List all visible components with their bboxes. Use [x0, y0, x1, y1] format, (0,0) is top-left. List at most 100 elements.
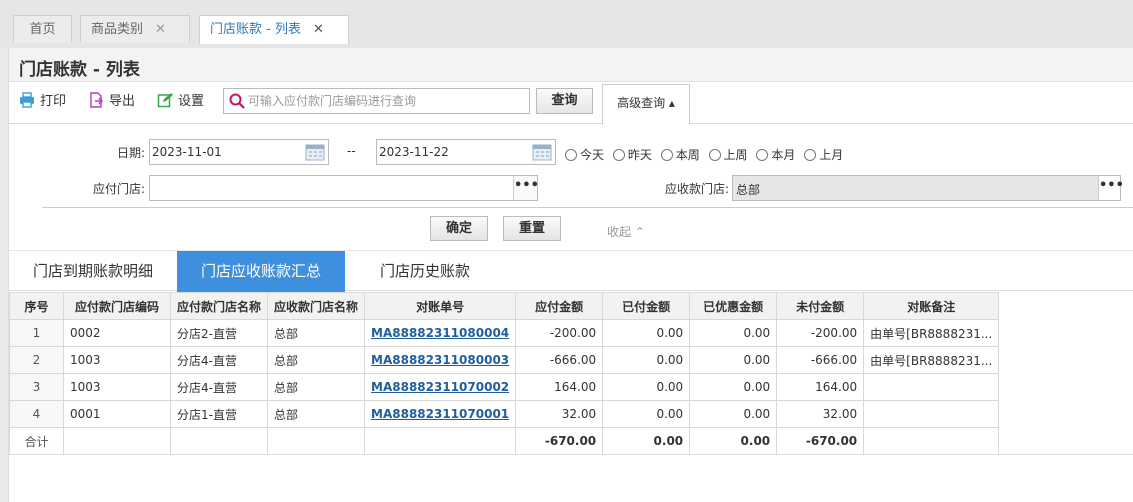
date-to-field[interactable]: 2023-11-22: [376, 139, 556, 165]
cell-recv-store-name: 总部: [267, 346, 366, 374]
tab-history[interactable]: 门店历史账款: [345, 251, 505, 292]
calendar-icon[interactable]: [305, 143, 325, 161]
cell-pay-store-name: 分店4-直营: [169, 346, 269, 374]
cell-statement-no: MA88882311070002: [364, 373, 517, 401]
col-header[interactable]: 已付金额: [602, 292, 691, 320]
cell-total-unpaid: -670.00: [776, 427, 865, 455]
print-button[interactable]: 打印: [19, 92, 66, 112]
radio-label: 本月: [771, 148, 796, 162]
tab-label: 门店账款 - 列表: [210, 22, 301, 37]
cell-payable: -666.00: [515, 346, 604, 374]
cell-statement-no: MA88882311080003: [364, 346, 517, 374]
quick-range-radios: 今天 昨天 本周 上周 本月 上月: [565, 146, 848, 163]
radio-circle: [565, 149, 577, 161]
col-header[interactable]: 应付金额: [515, 292, 604, 320]
cell-discount: 0.00: [689, 373, 778, 401]
radio-circle: [756, 149, 769, 161]
grid-bottom-line: [9, 454, 1133, 455]
cell-paid: 0.00: [602, 400, 691, 428]
tab-home-label: 首页: [29, 22, 56, 37]
statement-link[interactable]: MA88882311080003: [371, 353, 509, 367]
statement-link[interactable]: MA88882311080004: [371, 326, 509, 340]
tab-store-accounts[interactable]: 门店账款 - 列表 ✕: [199, 15, 349, 44]
print-label: 打印: [40, 94, 67, 109]
search-input[interactable]: [248, 92, 523, 110]
cell-statement-no: MA88882311070001: [364, 400, 517, 428]
settings-button[interactable]: 设置: [157, 92, 204, 112]
table-row[interactable]: 4 0001 分店1-直营 总部 MA88882311070001 32.00 …: [9, 400, 1000, 428]
page-header: 门店账款 - 列表: [9, 48, 1133, 82]
cell-payable: 164.00: [515, 373, 604, 401]
radio-last-week[interactable]: 上周: [708, 146, 748, 163]
col-header[interactable]: 应付款门店编码: [63, 292, 171, 320]
recv-store-value: 总部: [736, 183, 761, 197]
radio-label: 上周: [723, 148, 748, 162]
tab-home[interactable]: 首页: [13, 15, 72, 43]
cell-unpaid: -666.00: [776, 346, 865, 374]
collapse-link[interactable]: 收起 ⌃: [607, 223, 645, 240]
tab-label: 商品类别: [91, 22, 144, 37]
summary-table: 序号 应付款门店编码 应付款门店名称 应收款门店名称 对账单号 应付金额 已付金…: [9, 292, 1000, 455]
cell-pay-store-code: 1003: [63, 346, 171, 374]
radio-label: 昨天: [627, 148, 652, 162]
radio-circle: [612, 149, 625, 161]
cell-payable: 32.00: [515, 400, 604, 428]
advanced-query-toggle[interactable]: 高级查询 ▴: [602, 84, 690, 125]
statement-link[interactable]: MA88882311070002: [371, 380, 509, 394]
radio-today[interactable]: 今天: [565, 146, 604, 163]
cell-empty: [169, 427, 269, 455]
radio-this-month[interactable]: 本月: [756, 146, 795, 163]
cell-seq: 1: [9, 319, 64, 347]
printer-icon: [20, 92, 34, 108]
cell-statement-no: MA88882311080004: [364, 319, 517, 347]
cell-discount: 0.00: [689, 400, 778, 428]
radio-yesterday[interactable]: 昨天: [612, 146, 652, 163]
col-header[interactable]: 对账备注: [863, 292, 1000, 320]
cell-pay-store-name: 分店1-直营: [169, 400, 269, 428]
radio-circle: [804, 149, 817, 161]
cell-empty: [267, 427, 366, 455]
col-header[interactable]: 应收款门店名称: [267, 292, 366, 320]
radio-circle: [660, 149, 673, 161]
cell-pay-store-code: 1003: [63, 373, 171, 401]
table-row[interactable]: 3 1003 分店4-直营 总部 MA88882311070002 164.00…: [9, 373, 1000, 401]
recv-store-field[interactable]: 总部 •••: [732, 175, 1124, 201]
cell-remark: 由单号[BR8888231...: [863, 319, 1000, 347]
cell-discount: 0.00: [689, 319, 778, 347]
pay-store-field[interactable]: •••: [149, 175, 539, 201]
query-button[interactable]: 查询: [536, 88, 593, 114]
filter-panel: 日期: 2023-11-01 -- 2023-11-22 今天 昨天 本周 上周…: [9, 125, 1133, 250]
close-icon[interactable]: ✕: [155, 22, 166, 37]
col-header[interactable]: 已优惠金额: [689, 292, 778, 320]
col-header[interactable]: 对账单号: [364, 292, 517, 320]
cell-pay-store-name: 分店2-直营: [169, 319, 269, 347]
table-row[interactable]: 2 1003 分店4-直营 总部 MA88882311080003 -666.0…: [9, 346, 1000, 374]
pay-store-label: 应付门店:: [92, 182, 145, 196]
col-header[interactable]: 未付金额: [776, 292, 865, 320]
pay-store-picker-button[interactable]: •••: [513, 176, 539, 200]
close-icon[interactable]: ✕: [313, 22, 324, 37]
date-from-field[interactable]: 2023-11-01: [149, 139, 329, 165]
reset-button[interactable]: 重置: [503, 216, 561, 241]
tab-receivable-summary[interactable]: 门店应收账款汇总: [177, 251, 345, 292]
confirm-button[interactable]: 确定: [430, 216, 488, 241]
edit-icon: [157, 93, 173, 108]
cell-paid: 0.00: [602, 346, 691, 374]
export-button[interactable]: 导出: [88, 92, 135, 112]
statement-link[interactable]: MA88882311070001: [371, 407, 509, 421]
tab-product-category[interactable]: 商品类别 ✕: [80, 15, 190, 43]
toolbar: 打印 导出 设置 查询 高级查询 ▴: [9, 82, 1133, 125]
cell-remark: [863, 400, 1000, 428]
tab-due-details[interactable]: 门店到期账款明细: [9, 251, 177, 292]
cell-total-paid: 0.00: [602, 427, 691, 455]
radio-last-month[interactable]: 上月: [804, 146, 843, 163]
col-header[interactable]: 序号: [9, 292, 64, 320]
radio-this-week[interactable]: 本周: [660, 146, 700, 163]
cell-pay-store-code: 0002: [63, 319, 171, 347]
col-header[interactable]: 应付款门店名称: [169, 292, 269, 320]
calendar-icon[interactable]: [532, 143, 552, 161]
cell-total-payable: -670.00: [515, 427, 604, 455]
recv-store-picker-button[interactable]: •••: [1098, 176, 1124, 200]
cell-paid: 0.00: [602, 319, 691, 347]
table-row[interactable]: 1 0002 分店2-直营 总部 MA88882311080004 -200.0…: [9, 319, 1000, 347]
